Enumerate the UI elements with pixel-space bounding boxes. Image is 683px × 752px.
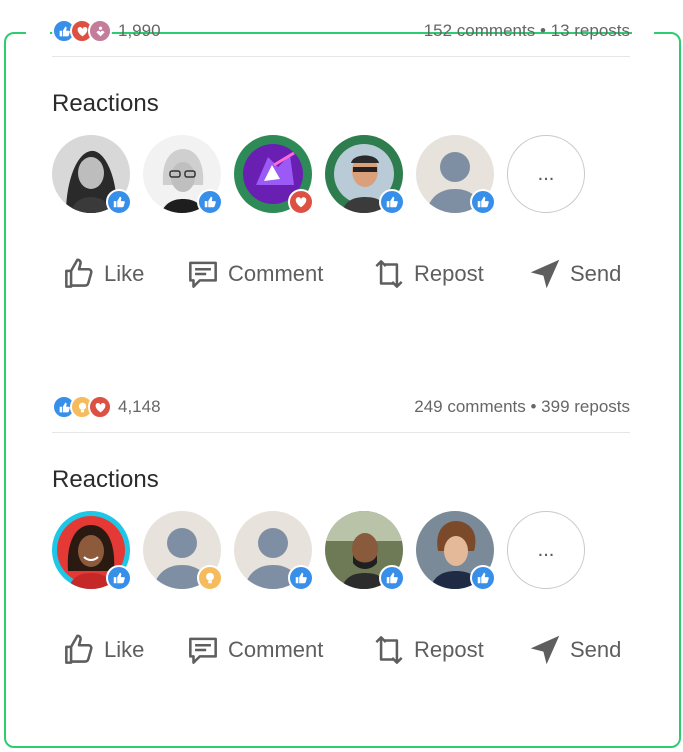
post-social-summary: 4,148 249 comments • 399 reposts Reactio… [52,394,630,665]
reactions-heading: Reactions [52,90,159,117]
reactor-avatar[interactable] [416,511,496,591]
frame-gap-right [632,28,654,38]
send-label: Send [570,637,622,662]
comment-button[interactable]: Comment [184,628,323,672]
comments-reposts-count[interactable]: 152 comments • 13 reposts [424,18,630,44]
reaction-type-stack [52,19,112,43]
like-icon [470,565,496,591]
reaction-type-stack [52,395,112,419]
post-social-summary: 1,990 152 comments • 13 reposts Reaction… [52,18,630,289]
send-button[interactable]: Send [526,628,621,672]
repost-label: Repost [414,261,484,286]
like-icon [470,189,496,215]
action-bar: Like Comment Repost Send [52,628,630,672]
reactor-avatar[interactable] [52,511,132,591]
divider [52,56,630,57]
reactions-heading: Reactions [52,466,159,493]
heart-icon [88,395,112,419]
reactor-avatar[interactable] [234,511,314,591]
send-icon [530,635,560,665]
comments-reposts-count[interactable]: 249 comments • 399 reposts [414,394,630,420]
send-label: Send [570,261,622,286]
like-icon [379,189,405,215]
frame-gap-left [26,28,50,38]
like-label: Like [104,261,145,286]
idea-icon [197,565,223,591]
reactor-avatars: ... [52,511,630,591]
reactor-avatars: ... [52,135,630,215]
send-icon [530,259,560,289]
social-counts: 1,990 152 comments • 13 reposts [52,18,630,44]
reactor-avatar[interactable] [416,135,496,215]
like-icon [106,565,132,591]
reactor-avatar[interactable] [143,511,223,591]
reactor-avatar[interactable] [52,135,132,215]
comment-label: Comment [228,261,324,286]
like-icon [288,565,314,591]
divider [52,432,630,433]
like-button[interactable]: Like [60,252,144,296]
repost-button[interactable]: Repost [370,628,484,672]
reaction-count: 4,148 [118,397,161,416]
reaction-count: 1,990 [118,21,161,40]
comment-icon [189,637,217,664]
like-icon [197,189,223,215]
reactor-avatar[interactable] [325,135,405,215]
reactor-avatar[interactable] [143,135,223,215]
reactor-avatar[interactable] [234,135,314,215]
action-bar: Like Comment Repost Send [52,252,630,296]
reaction-summary[interactable]: 1,990 [52,18,161,44]
social-counts: 4,148 249 comments • 399 reposts [52,394,630,420]
repost-button[interactable]: Repost [370,252,484,296]
like-button[interactable]: Like [60,628,144,672]
comment-icon [189,261,217,288]
repost-icon [375,260,403,288]
thumbs-up-icon [65,258,93,288]
repost-label: Repost [414,637,484,662]
repost-icon [375,636,403,664]
like-icon [106,189,132,215]
reactor-avatar[interactable] [325,511,405,591]
comment-label: Comment [228,637,324,662]
heart-icon [288,189,314,215]
like-label: Like [104,637,145,662]
reaction-summary[interactable]: 4,148 [52,394,161,420]
more-reactors-button[interactable]: ... [507,135,585,213]
thumbs-up-icon [65,634,93,664]
more-reactors-button[interactable]: ... [507,511,585,589]
comment-button[interactable]: Comment [184,252,323,296]
support-icon [88,19,112,43]
like-icon [379,565,405,591]
send-button[interactable]: Send [526,252,621,296]
